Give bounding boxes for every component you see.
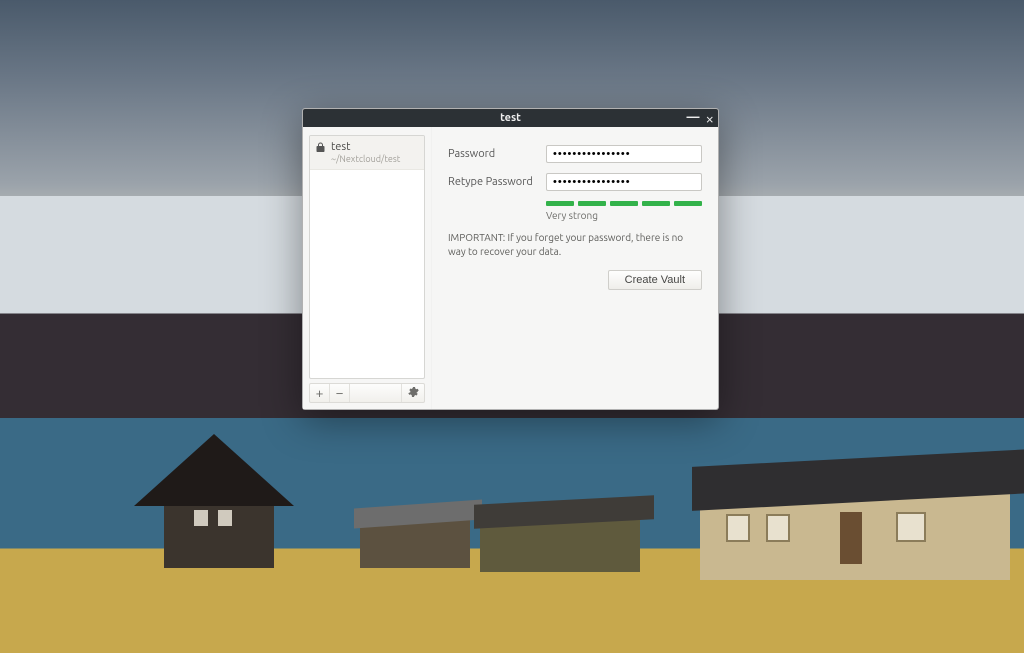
password-label: Password (448, 148, 546, 160)
create-vault-form: Password Retype Password Very strong IMP… (432, 127, 718, 409)
close-button[interactable]: × (706, 111, 714, 126)
window-title: test (500, 112, 521, 124)
vault-sidebar: test ~/Nextcloud/test + − (303, 127, 432, 409)
lock-icon (316, 142, 325, 154)
vault-name: test (331, 141, 400, 154)
add-vault-button[interactable]: + (310, 384, 330, 402)
remove-vault-button[interactable]: − (330, 384, 350, 402)
vault-list[interactable]: test ~/Nextcloud/test (309, 135, 425, 379)
password-strength-label: Very strong (546, 210, 702, 221)
retype-password-input[interactable] (546, 173, 702, 191)
titlebar[interactable]: test — × (303, 109, 718, 127)
settings-button[interactable] (402, 384, 424, 402)
password-strength-meter (546, 201, 702, 206)
minimize-button[interactable]: — (687, 111, 700, 124)
vault-path: ~/Nextcloud/test (331, 154, 400, 164)
important-warning: IMPORTANT: If you forget your password, … (448, 231, 702, 258)
toolbar-spacer (350, 384, 402, 402)
retype-password-label: Retype Password (448, 176, 546, 188)
password-input[interactable] (546, 145, 702, 163)
create-vault-button[interactable]: Create Vault (608, 270, 702, 290)
sidebar-toolbar: + − (309, 383, 425, 403)
app-window: test — × test ~/Nextcloud/test + (302, 108, 719, 410)
vault-item-test[interactable]: test ~/Nextcloud/test (310, 136, 424, 170)
